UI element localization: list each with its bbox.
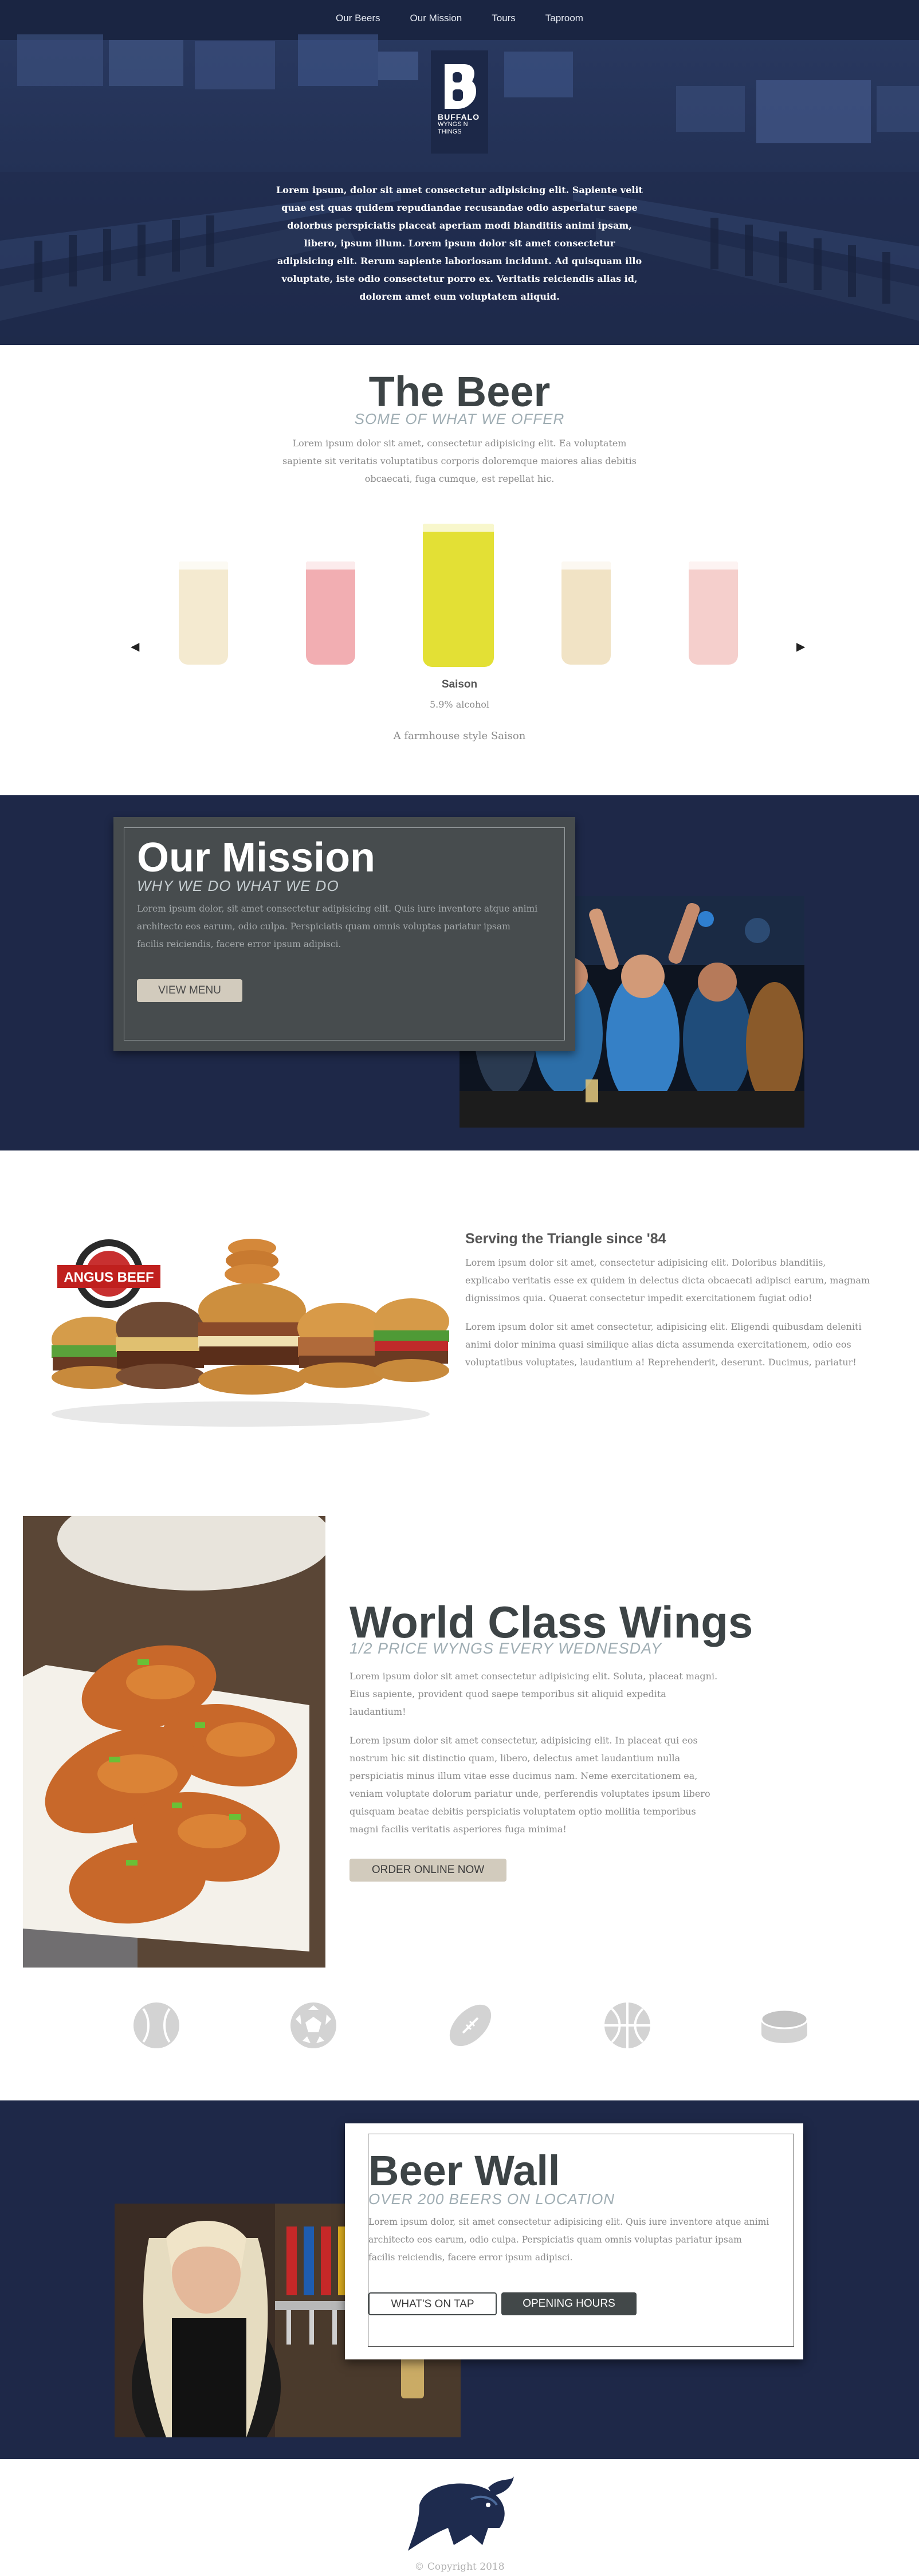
main-nav: Our Beers Our Mission Tours Taproom bbox=[0, 13, 919, 24]
nav-our-mission[interactable]: Our Mission bbox=[395, 13, 477, 24]
whats-on-tap-button[interactable]: WHAT'S ON TAP bbox=[368, 2292, 497, 2315]
selected-beer-name: Saison bbox=[441, 678, 478, 690]
beer-wall-text: Lorem ipsum dolor, sit amet consectetur … bbox=[368, 2217, 769, 2263]
logo-tagline-1: WYNGS N bbox=[438, 121, 468, 128]
baseball-icon bbox=[133, 2002, 179, 2048]
copyright-text: © Copyright 2018 bbox=[414, 2561, 505, 2573]
hero-section: Our Beers Our Mission Tours Taproom BUFF… bbox=[0, 0, 919, 345]
burgers-heading: Serving the Triangle since '84 bbox=[465, 1231, 666, 1247]
selected-beer-abv: 5.9% alcohol bbox=[429, 699, 490, 710]
football-icon bbox=[449, 2004, 492, 2047]
opening-hours-button[interactable]: OPENING HOURS bbox=[501, 2292, 637, 2315]
wings-paragraph-2: Lorem ipsum dolor sit amet consectetur, … bbox=[349, 1735, 710, 1835]
wings-photo bbox=[23, 1516, 325, 1968]
logo-tagline-2: THINGS bbox=[438, 128, 462, 135]
buffalo-logo[interactable]: BUFFALO WYNGS N THINGS bbox=[431, 50, 488, 154]
beer-wall-subtitle: OVER 200 BEERS ON LOCATION bbox=[368, 2190, 615, 2208]
buffalo-mascot-icon bbox=[408, 2476, 514, 2551]
mission-subtitle: WHY WE DO WHAT WE DO bbox=[137, 877, 339, 894]
beer-title: The Beer bbox=[368, 368, 551, 415]
angus-beef-badge: ANGUS BEEF bbox=[57, 1239, 160, 1308]
beer-glass-4[interactable] bbox=[561, 561, 611, 665]
carousel-prev-arrow[interactable]: ◀ bbox=[131, 639, 139, 653]
beer-wall-title: Beer Wall bbox=[368, 2147, 560, 2194]
beer-glass-3-selected[interactable] bbox=[423, 524, 494, 667]
mission-title: Our Mission bbox=[137, 835, 376, 881]
mission-text: Lorem ipsum dolor, sit amet consectetur … bbox=[137, 904, 538, 949]
logo-name: BUFFALO bbox=[438, 112, 480, 121]
wings-illustration bbox=[23, 1516, 325, 1968]
wings-subtitle: 1/2 PRICE WYNGS EVERY WEDNESDAY bbox=[349, 1640, 662, 1657]
carousel-next-arrow[interactable]: ▶ bbox=[796, 639, 805, 653]
beer-wall-card: Beer Wall OVER 200 BEERS ON LOCATION Lor… bbox=[345, 2123, 803, 2359]
nav-taproom[interactable]: Taproom bbox=[531, 13, 598, 24]
order-online-button[interactable]: ORDER ONLINE NOW bbox=[349, 1859, 506, 1882]
nav-our-beers[interactable]: Our Beers bbox=[321, 13, 395, 24]
basketball-icon bbox=[604, 2002, 650, 2048]
beer-description: Lorem ipsum dolor sit amet, consectetur … bbox=[282, 438, 637, 484]
wings-section: World Class Wings 1/2 PRICE WYNGS EVERY … bbox=[0, 1494, 919, 2100]
hockey-puck-icon bbox=[761, 2009, 808, 2043]
badge-text: ANGUS BEEF bbox=[64, 1270, 154, 1285]
burgers-paragraph-2: Lorem ipsum dolor sit amet consectetur, … bbox=[465, 1321, 862, 1368]
selected-beer-style: A farmhouse style Saison bbox=[393, 730, 526, 742]
beer-subtitle: SOME OF WHAT WE OFFER bbox=[354, 410, 565, 427]
hero-intro-text: Lorem ipsum, dolor sit amet consectetur … bbox=[276, 184, 643, 302]
footer: © Copyright 2018 bbox=[0, 2459, 919, 2576]
beer-section: The Beer SOME OF WHAT WE OFFER Lorem ips… bbox=[0, 345, 919, 795]
mission-card-border: Our Mission WHY WE DO WHAT WE DO Lorem i… bbox=[124, 827, 565, 1040]
beer-glass-1[interactable] bbox=[179, 561, 228, 665]
angus-burgers-image: ANGUS BEEF bbox=[52, 1239, 449, 1427]
beer-glass-2[interactable] bbox=[306, 561, 355, 665]
beer-glass-5[interactable] bbox=[689, 561, 738, 665]
mission-card: Our Mission WHY WE DO WHAT WE DO Lorem i… bbox=[113, 817, 575, 1051]
wings-paragraph-1: Lorem ipsum dolor sit amet consectetur a… bbox=[349, 1671, 718, 1717]
burgers-section: ANGUS BEEF Serving the Triangle since '8… bbox=[0, 1150, 919, 1494]
burgers-paragraph-1: Lorem ipsum dolor sit amet, consectetur … bbox=[465, 1257, 870, 1303]
nav-tours[interactable]: Tours bbox=[477, 13, 531, 24]
beer-wall-section: Beer Wall OVER 200 BEERS ON LOCATION Lor… bbox=[0, 2100, 919, 2459]
view-menu-button[interactable]: VIEW MENU bbox=[137, 979, 242, 1002]
beer-wall-card-border: Beer Wall OVER 200 BEERS ON LOCATION Lor… bbox=[368, 2134, 794, 2347]
soccer-ball-icon bbox=[290, 2002, 336, 2048]
mission-section: Our Mission WHY WE DO WHAT WE DO Lorem i… bbox=[0, 795, 919, 1150]
